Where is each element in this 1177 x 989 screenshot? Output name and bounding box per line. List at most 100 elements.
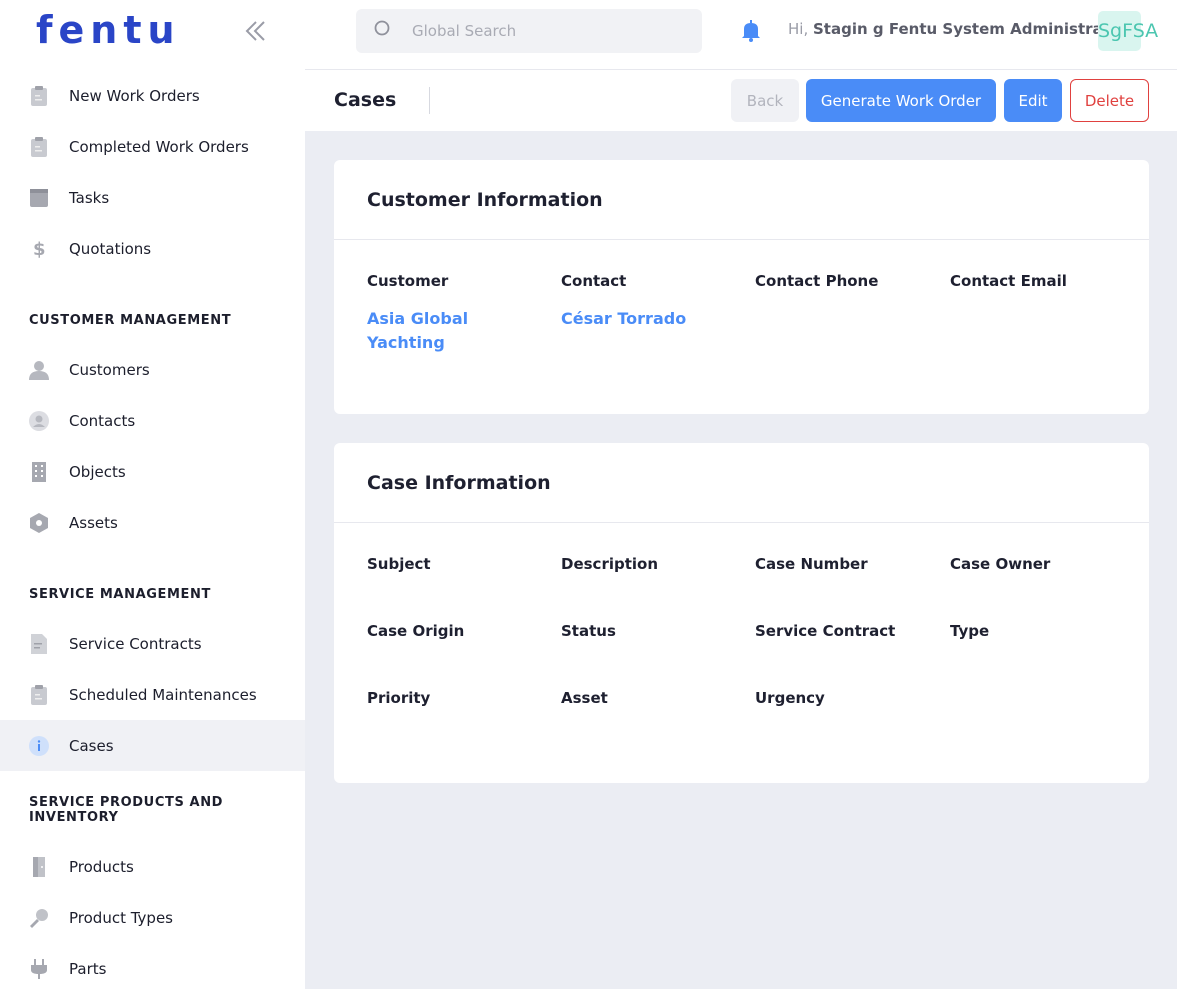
field-label: Urgency bbox=[755, 689, 825, 707]
status-field: Status bbox=[561, 622, 741, 640]
field-label: Status bbox=[561, 622, 616, 640]
field-label: Case Origin bbox=[367, 622, 465, 640]
contact-link[interactable]: César Torrado bbox=[561, 307, 741, 331]
sidebar-item-label: Tasks bbox=[69, 188, 110, 207]
user-name: Stagin g Fentu System Administrator bbox=[813, 20, 1128, 38]
delete-button[interactable]: Delete bbox=[1070, 79, 1149, 122]
sidebar-item-label: Product Types bbox=[69, 908, 173, 927]
sidebar-nav: New Work Orders Completed Work Orders Ta… bbox=[0, 70, 305, 989]
sidebar-item-label: Completed Work Orders bbox=[69, 137, 249, 156]
contact-email-field: Contact Email bbox=[950, 272, 1130, 290]
edit-button[interactable]: Edit bbox=[1004, 79, 1062, 122]
field-label: Contact Phone bbox=[755, 272, 879, 290]
logo-text: fentu bbox=[36, 8, 181, 52]
plug-icon bbox=[28, 958, 50, 980]
search-input[interactable] bbox=[412, 22, 692, 40]
field-label: Asset bbox=[561, 689, 608, 707]
hexagon-icon bbox=[28, 512, 50, 534]
sidebar-item-scheduled-maintenances[interactable]: Scheduled Maintenances bbox=[0, 669, 305, 720]
sidebar-item-completed-work-orders[interactable]: Completed Work Orders bbox=[0, 121, 305, 172]
dollar-icon: $ bbox=[28, 238, 50, 260]
avatar[interactable]: SgFSA bbox=[1098, 11, 1158, 51]
sidebar-item-label: Service Contracts bbox=[69, 634, 202, 653]
clipboard-icon bbox=[28, 684, 50, 706]
contact-phone-field: Contact Phone bbox=[755, 272, 935, 290]
sidebar-item-label: Contacts bbox=[69, 411, 136, 430]
sidebar-item-contacts[interactable]: Contacts bbox=[0, 395, 305, 446]
field-label: Type bbox=[950, 622, 990, 640]
field-label: Contact Email bbox=[950, 272, 1067, 290]
field-label: Service Contract bbox=[755, 622, 896, 640]
sidebar-item-label: Customers bbox=[69, 360, 150, 379]
priority-field: Priority bbox=[367, 689, 547, 707]
asset-field: Asset bbox=[561, 689, 741, 707]
section-service-products: SERVICE PRODUCTS AND INVENTORY bbox=[29, 795, 224, 825]
brand-logo[interactable]: fentu bbox=[36, 10, 181, 50]
sidebar-item-product-types[interactable]: Product Types bbox=[0, 892, 305, 943]
customer-field: Customer Asia Global Yachting bbox=[367, 272, 547, 355]
back-button[interactable]: Back bbox=[731, 79, 799, 122]
book-icon bbox=[28, 187, 50, 209]
collapse-sidebar-icon[interactable] bbox=[244, 18, 268, 44]
contact-icon bbox=[28, 410, 50, 432]
key-icon bbox=[28, 907, 50, 929]
sidebar-item-cases[interactable]: Cases bbox=[0, 720, 305, 771]
top-bar: Hi, Stagin g Fentu System Administrator … bbox=[305, 0, 1177, 70]
sidebar-item-label: Objects bbox=[69, 462, 126, 481]
field-label: Customer bbox=[367, 272, 449, 290]
info-icon bbox=[28, 735, 50, 757]
sidebar-item-objects[interactable]: Objects bbox=[0, 446, 305, 497]
section-service-management: SERVICE MANAGEMENT bbox=[29, 587, 211, 602]
customer-link[interactable]: Asia Global Yachting bbox=[367, 307, 547, 355]
building-icon bbox=[28, 461, 50, 483]
sidebar-item-tasks[interactable]: Tasks bbox=[0, 172, 305, 223]
contact-field: Contact César Torrado bbox=[561, 272, 741, 331]
sidebar-item-label: Quotations bbox=[69, 239, 152, 258]
case-information-card: Case Information Subject Description Cas… bbox=[334, 443, 1149, 783]
sidebar-item-service-contracts[interactable]: Service Contracts bbox=[0, 618, 305, 669]
toolbar-divider bbox=[429, 87, 430, 114]
sidebar-item-customers[interactable]: Customers bbox=[0, 344, 305, 395]
field-label: Subject bbox=[367, 555, 431, 573]
subject-field: Subject bbox=[367, 555, 547, 573]
case-number-field: Case Number bbox=[755, 555, 935, 573]
customer-information-card: Customer Information Customer Asia Globa… bbox=[334, 160, 1149, 414]
urgency-field: Urgency bbox=[755, 689, 935, 707]
card-title: Case Information bbox=[334, 443, 1149, 523]
field-label: Description bbox=[561, 555, 659, 573]
page-title: Cases bbox=[334, 89, 397, 111]
case-owner-field: Case Owner bbox=[950, 555, 1130, 573]
clipboard-icon bbox=[28, 85, 50, 107]
sidebar-item-products[interactable]: Products bbox=[0, 841, 305, 892]
sidebar-item-label: Parts bbox=[69, 959, 107, 978]
person-icon bbox=[28, 359, 50, 381]
sidebar: fentu New Work Orders Completed Work Ord… bbox=[0, 0, 305, 989]
global-search[interactable] bbox=[356, 9, 702, 53]
sidebar-item-quotations[interactable]: $ Quotations bbox=[0, 223, 305, 274]
svg-text:$: $ bbox=[33, 239, 46, 260]
sidebar-item-parts[interactable]: Parts bbox=[0, 943, 305, 989]
customer-value-line2: Yachting bbox=[367, 333, 445, 352]
field-label: Priority bbox=[367, 689, 431, 707]
case-origin-field: Case Origin bbox=[367, 622, 547, 640]
field-label: Case Number bbox=[755, 555, 868, 573]
sidebar-item-label: New Work Orders bbox=[69, 86, 200, 105]
box-icon bbox=[28, 856, 50, 878]
service-contract-field: Service Contract bbox=[755, 622, 935, 640]
greeting-prefix: Hi, bbox=[788, 20, 809, 38]
sidebar-item-assets[interactable]: Assets bbox=[0, 497, 305, 548]
document-icon bbox=[28, 633, 50, 655]
user-greeting: Hi, Stagin g Fentu System Administrator bbox=[788, 20, 1128, 38]
notification-bell-icon[interactable] bbox=[739, 19, 763, 43]
field-label: Contact bbox=[561, 272, 627, 290]
sidebar-item-new-work-orders[interactable]: New Work Orders bbox=[0, 70, 305, 121]
card-title: Customer Information bbox=[334, 160, 1149, 240]
type-field: Type bbox=[950, 622, 1130, 640]
field-label: Case Owner bbox=[950, 555, 1051, 573]
generate-work-order-button[interactable]: Generate Work Order bbox=[806, 79, 996, 122]
sidebar-item-label: Assets bbox=[69, 513, 118, 532]
description-field: Description bbox=[561, 555, 741, 573]
page-toolbar: Cases Back Generate Work Order Edit Dele… bbox=[305, 70, 1177, 131]
section-customer-management: CUSTOMER MANAGEMENT bbox=[29, 313, 232, 328]
sidebar-item-label: Products bbox=[69, 857, 134, 876]
